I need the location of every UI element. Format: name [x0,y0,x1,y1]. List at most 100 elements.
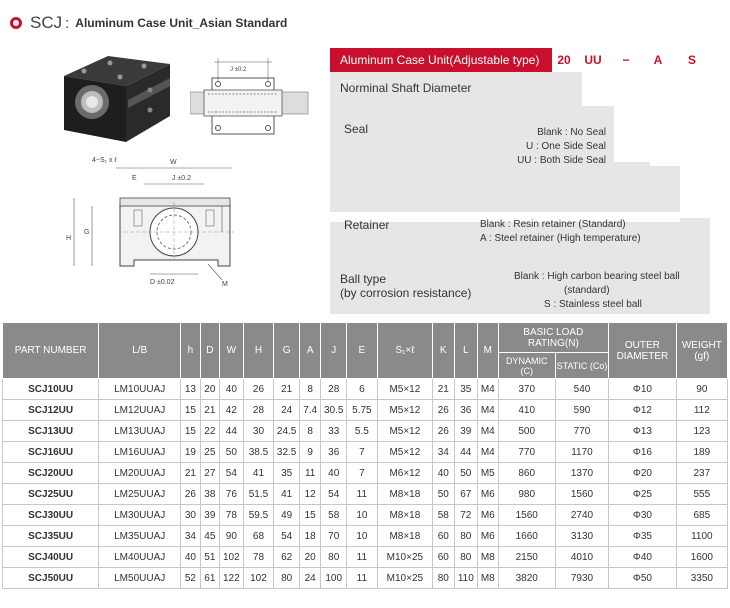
th-a: A [298,322,322,379]
shaft-label: Norminal Shaft Diameter [340,81,472,95]
cell-static: 7930 [554,567,610,589]
table-row: SCJ40UU LM40UUAJ 40 51 102 78 62 20 80 11 M10×25 60… [1,546,729,568]
cell-weight: 189 [675,441,729,463]
cell-l: 67 [453,483,479,505]
th-g: G [273,322,300,379]
cell-part-number: SCJ20UU [1,462,100,484]
cell-hh: 102 [242,567,275,589]
ball-option: S : Stainless steel ball [544,299,642,310]
seal-option: UU : Both Side Seal [517,155,606,166]
cell-outer: Φ50 [608,567,677,589]
cell-h: 52 [180,567,201,589]
table-row: SCJ10UU LM10UUAJ 13 20 40 26 21 8 28 6 M5×12 21 35 M4… [1,378,729,400]
dim-label-m: M [222,281,228,288]
spec-table-body: SCJ10UU LM10UUAJ 13 20 40 26 21 8 28 6 M5×12 21 35 M4… [1,378,729,589]
cell-d: 25 [199,441,221,463]
cell-dynamic: 980 [497,483,556,505]
cell-j: 70 [320,525,348,547]
retainer-option: A : Steel retainer (High temperature) [480,233,641,244]
cell-weight: 685 [675,504,729,526]
cell-s1: M8×18 [376,525,434,547]
cell-m: M4 [477,420,499,442]
cell-j: 80 [320,546,348,568]
cell-e: 7 [346,462,378,484]
cell-a: 20 [298,546,322,568]
cell-j: 54 [320,483,348,505]
cell-hh: 28 [242,399,275,421]
cell-weight: 112 [675,399,729,421]
cell-part-number: SCJ12UU [1,399,100,421]
th-l: L [453,322,479,379]
dim-label-g: G [84,229,89,236]
spec-table: PART NUMBER L/B h D W H G A J E S₁×ℓ K L… [1,322,729,589]
cell-a: 18 [298,525,322,547]
cell-w: 44 [219,420,244,442]
cell-k: 40 [432,462,455,484]
cell-h: 19 [180,441,201,463]
cell-w: 78 [219,504,244,526]
cell-part-number: SCJ50UU [1,567,100,589]
ball-option: Blank : High carbon bearing steel ball [514,271,680,282]
ball-option: (standard) [564,285,610,296]
cell-a: 15 [298,504,322,526]
cell-m: M4 [477,399,499,421]
cell-l: 80 [453,525,479,547]
cell-part-number: SCJ30UU [1,504,100,526]
cell-hh: 38.5 [242,441,275,463]
cell-j: 28 [320,378,348,400]
cell-s1: M5×12 [376,378,434,400]
cell-static: 1170 [554,441,610,463]
cell-k: 60 [432,525,455,547]
cell-part-number: SCJ13UU [1,420,100,442]
cell-part-number: SCJ35UU [1,525,100,547]
cell-w: 50 [219,441,244,463]
cell-h: 26 [180,483,201,505]
cell-k: 60 [432,546,455,568]
cell-a: 11 [298,462,322,484]
cell-weight: 90 [675,378,729,400]
th-dynamic: DYNAMIC (C) [497,352,556,379]
dim-label-s1: 4−S₁ x ℓ [92,157,117,164]
dim-label-e: E [132,175,137,182]
cell-d: 51 [199,546,221,568]
cell-d: 22 [199,420,221,442]
cell-g: 32.5 [273,441,300,463]
cell-a: 9 [298,441,322,463]
retainer-label: Retainer [344,218,390,232]
cell-h: 13 [180,378,201,400]
th-static: STATIC (Co) [554,352,610,379]
code-label: Aluminum Case Unit(Adjustable type) SC [330,48,552,91]
cell-hh: 41 [242,462,275,484]
cell-outer: Φ40 [608,546,677,568]
cell-l: 110 [453,567,479,589]
cell-hh: 78 [242,546,275,568]
cell-dynamic: 2150 [497,546,556,568]
seal-label: Seal [344,122,369,136]
table-row: SCJ12UU LM12UUAJ 15 21 42 28 24 7.4 30.5 5.75 M5×1… [1,399,729,421]
cell-e: 10 [346,525,378,547]
cell-part-number: SCJ40UU [1,546,100,568]
cell-lb: LM20UUAJ [98,462,182,484]
cell-outer: Φ16 [608,441,677,463]
cell-e: 11 [346,546,378,568]
cell-m: M4 [477,441,499,463]
cell-w: 76 [219,483,244,505]
cell-a: 12 [298,483,322,505]
cell-m: M4 [477,378,499,400]
page-title: SCJ [30,13,63,32]
cell-d: 61 [199,567,221,589]
code-seg-size: 20 [557,53,571,67]
code-bar: Aluminum Case Unit(Adjustable type) SC 2… [330,48,710,91]
cell-lb: LM40UUAJ [98,546,182,568]
cell-dynamic: 3820 [497,567,556,589]
cell-part-number: SCJ25UU [1,483,100,505]
cell-lb: LM25UUAJ [98,483,182,505]
cell-k: 34 [432,441,455,463]
top-view-drawing: J ±0.2 [190,58,309,135]
cell-m: M6 [477,525,499,547]
cell-w: 42 [219,399,244,421]
cell-k: 21 [432,378,455,400]
cell-h: 30 [180,504,201,526]
cell-l: 50 [453,462,479,484]
cell-h: 34 [180,525,201,547]
